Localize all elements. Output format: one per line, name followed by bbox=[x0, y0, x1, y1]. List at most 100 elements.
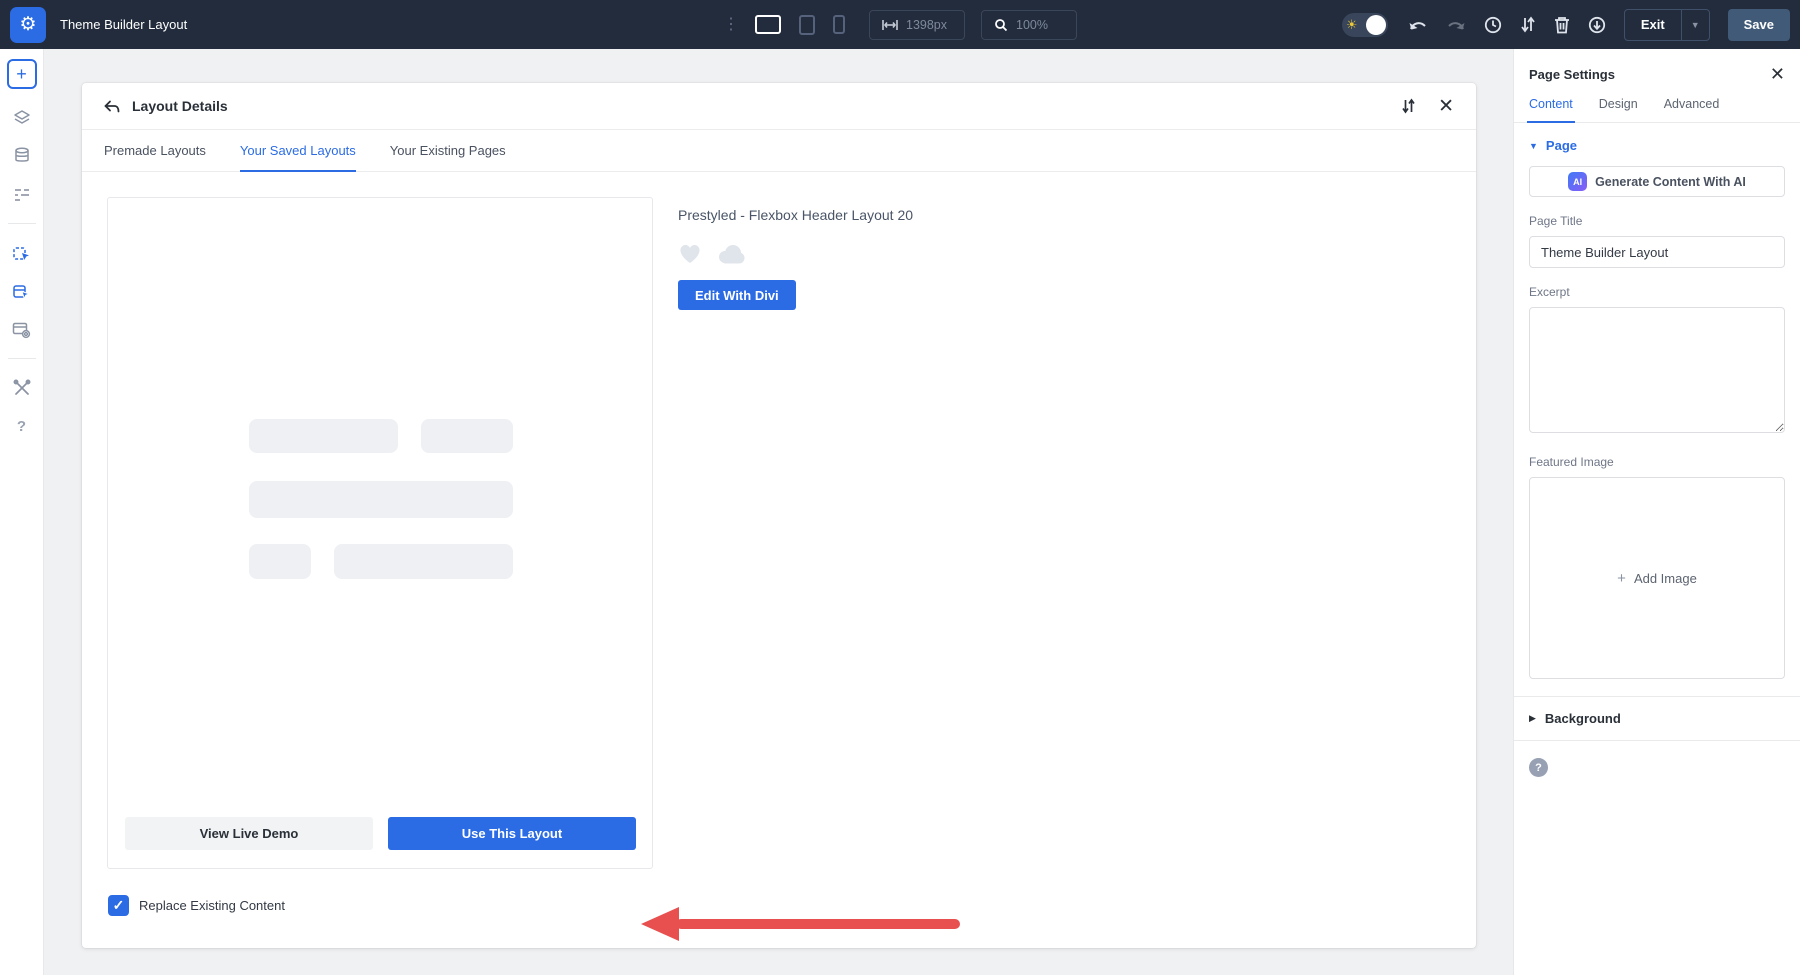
placeholder-bar bbox=[249, 544, 311, 579]
trash-icon bbox=[1554, 16, 1569, 33]
layout-gear-icon bbox=[12, 322, 31, 338]
conditions-button[interactable] bbox=[7, 179, 37, 209]
select-section-tool[interactable] bbox=[7, 276, 37, 306]
replace-checkbox-label: Replace Existing Content bbox=[139, 898, 285, 913]
portability-icon bbox=[1588, 16, 1605, 33]
redo-icon bbox=[1448, 21, 1465, 29]
chevron-right-icon: ▶ bbox=[1529, 713, 1536, 723]
view-live-demo-button[interactable]: View Live Demo bbox=[125, 817, 373, 850]
phone-icon bbox=[833, 15, 845, 34]
layers-icon bbox=[13, 110, 30, 124]
select-section-icon bbox=[13, 284, 31, 300]
cloud-status-button[interactable] bbox=[716, 244, 746, 264]
zoom-level-value: 100% bbox=[1016, 17, 1048, 32]
settings-tab-bar: Content Design Advanced bbox=[1514, 97, 1800, 123]
portability-button[interactable] bbox=[1588, 16, 1606, 34]
gear-icon: ⚙ bbox=[19, 14, 37, 35]
layers-button[interactable] bbox=[7, 103, 37, 133]
background-section-label: Background bbox=[1544, 711, 1621, 726]
save-button[interactable]: Save bbox=[1727, 8, 1790, 41]
background-section-toggle[interactable]: ▶ Background bbox=[1514, 696, 1800, 741]
tab-content[interactable]: Content bbox=[1527, 97, 1575, 123]
builder-settings-button[interactable]: ⚙ bbox=[10, 6, 46, 43]
chevron-down-icon: ▼ bbox=[1690, 19, 1700, 30]
panel-close-button[interactable]: ✕ bbox=[1770, 65, 1785, 83]
sort-layers-button[interactable] bbox=[1520, 16, 1536, 33]
panel-help-button[interactable]: ? bbox=[1529, 758, 1548, 777]
sort-button[interactable] bbox=[1401, 98, 1416, 114]
tab-your-existing-pages[interactable]: Your Existing Pages bbox=[390, 130, 506, 171]
desktop-icon bbox=[755, 15, 781, 34]
exit-button[interactable]: Exit bbox=[1625, 10, 1681, 40]
edit-with-divi-button[interactable]: Edit With Divi bbox=[678, 280, 796, 310]
zoom-level-input[interactable]: 100% bbox=[981, 9, 1077, 40]
undo-icon bbox=[1409, 21, 1426, 29]
undo-button[interactable] bbox=[1408, 18, 1428, 32]
tab-advanced[interactable]: Advanced bbox=[1664, 97, 1720, 111]
redo-button[interactable] bbox=[1446, 18, 1466, 32]
tools-button[interactable] bbox=[7, 373, 37, 403]
desktop-view-button[interactable] bbox=[755, 15, 781, 34]
excerpt-textarea[interactable] bbox=[1529, 307, 1785, 433]
generate-content-ai-button[interactable]: AI Generate Content With AI bbox=[1529, 166, 1785, 197]
question-icon: ? bbox=[16, 417, 27, 435]
tab-premade-layouts[interactable]: Premade Layouts bbox=[104, 130, 206, 171]
modal-title: Layout Details bbox=[132, 98, 228, 114]
back-button[interactable] bbox=[104, 100, 120, 113]
help-button[interactable]: ? bbox=[7, 411, 37, 441]
favorite-button[interactable] bbox=[678, 243, 702, 264]
chevron-down-icon: ▼ bbox=[1529, 140, 1538, 151]
delete-button[interactable] bbox=[1554, 16, 1570, 34]
checkmark-icon: ✓ bbox=[112, 897, 125, 913]
canvas-area: Layout Details ✕ Premade Layouts Your Sa… bbox=[44, 49, 1513, 975]
close-icon: ✕ bbox=[1769, 64, 1785, 84]
tab-design[interactable]: Design bbox=[1599, 97, 1638, 111]
more-options-icon[interactable]: ⋮ bbox=[723, 16, 739, 33]
page-settings-panel: Page Settings ✕ Content Design Advanced … bbox=[1513, 49, 1800, 975]
generate-ai-label: Generate Content With AI bbox=[1595, 174, 1746, 189]
select-module-tool[interactable] bbox=[7, 238, 37, 268]
page-section-toggle[interactable]: ▼ Page bbox=[1529, 123, 1785, 166]
page-title-input[interactable] bbox=[1529, 236, 1785, 268]
left-toolbar: + ? bbox=[0, 49, 44, 975]
light-dark-mode-toggle[interactable]: ☀ bbox=[1341, 12, 1388, 37]
close-icon: ✕ bbox=[1438, 95, 1454, 117]
exit-dropdown-button[interactable]: ▼ bbox=[1680, 9, 1709, 40]
history-button[interactable] bbox=[1484, 16, 1502, 34]
tablet-view-button[interactable] bbox=[799, 14, 815, 35]
featured-image-label: Featured Image bbox=[1529, 455, 1614, 469]
exit-button-group: Exit ▼ bbox=[1623, 8, 1710, 41]
placeholder-bar bbox=[249, 481, 513, 518]
panel-title: Page Settings bbox=[1529, 66, 1615, 82]
viewport-width-value: 1398px bbox=[906, 17, 948, 32]
toggle-knob bbox=[1365, 14, 1386, 35]
database-button[interactable] bbox=[7, 141, 37, 171]
add-image-label: Add Image bbox=[1633, 570, 1697, 586]
plus-icon: + bbox=[1617, 569, 1626, 587]
select-module-icon bbox=[13, 246, 29, 260]
tools-icon bbox=[13, 379, 30, 395]
layout-preview-placeholder bbox=[249, 419, 513, 579]
modal-close-button[interactable]: ✕ bbox=[1438, 97, 1454, 116]
add-module-button[interactable]: + bbox=[6, 59, 37, 89]
replace-existing-content-checkbox[interactable]: ✓ bbox=[108, 895, 129, 916]
viewport-width-input[interactable]: 1398px bbox=[869, 9, 965, 40]
layout-settings-button[interactable] bbox=[7, 314, 37, 344]
phone-view-button[interactable] bbox=[833, 15, 845, 34]
database-icon bbox=[14, 147, 29, 162]
tab-your-saved-layouts[interactable]: Your Saved Layouts bbox=[239, 130, 356, 172]
excerpt-label: Excerpt bbox=[1529, 285, 1570, 299]
plus-icon: + bbox=[16, 63, 27, 84]
top-toolbar: ⚙ Theme Builder Layout ⋮ 1398px 100% ☀ E… bbox=[0, 0, 1800, 49]
page-title-label: Page Title bbox=[1529, 214, 1583, 228]
sidebar-divider bbox=[7, 358, 36, 359]
options-list-icon bbox=[14, 189, 29, 201]
back-arrow-icon bbox=[104, 100, 120, 112]
use-this-layout-button[interactable]: Use This Layout bbox=[388, 817, 636, 850]
sort-arrows-icon bbox=[1521, 16, 1535, 33]
modal-header: Layout Details ✕ bbox=[82, 83, 1476, 130]
add-image-dropzone[interactable]: + Add Image bbox=[1529, 477, 1785, 679]
placeholder-bar bbox=[421, 419, 513, 453]
heart-icon bbox=[680, 244, 700, 263]
sort-arrows-icon bbox=[1402, 98, 1415, 114]
